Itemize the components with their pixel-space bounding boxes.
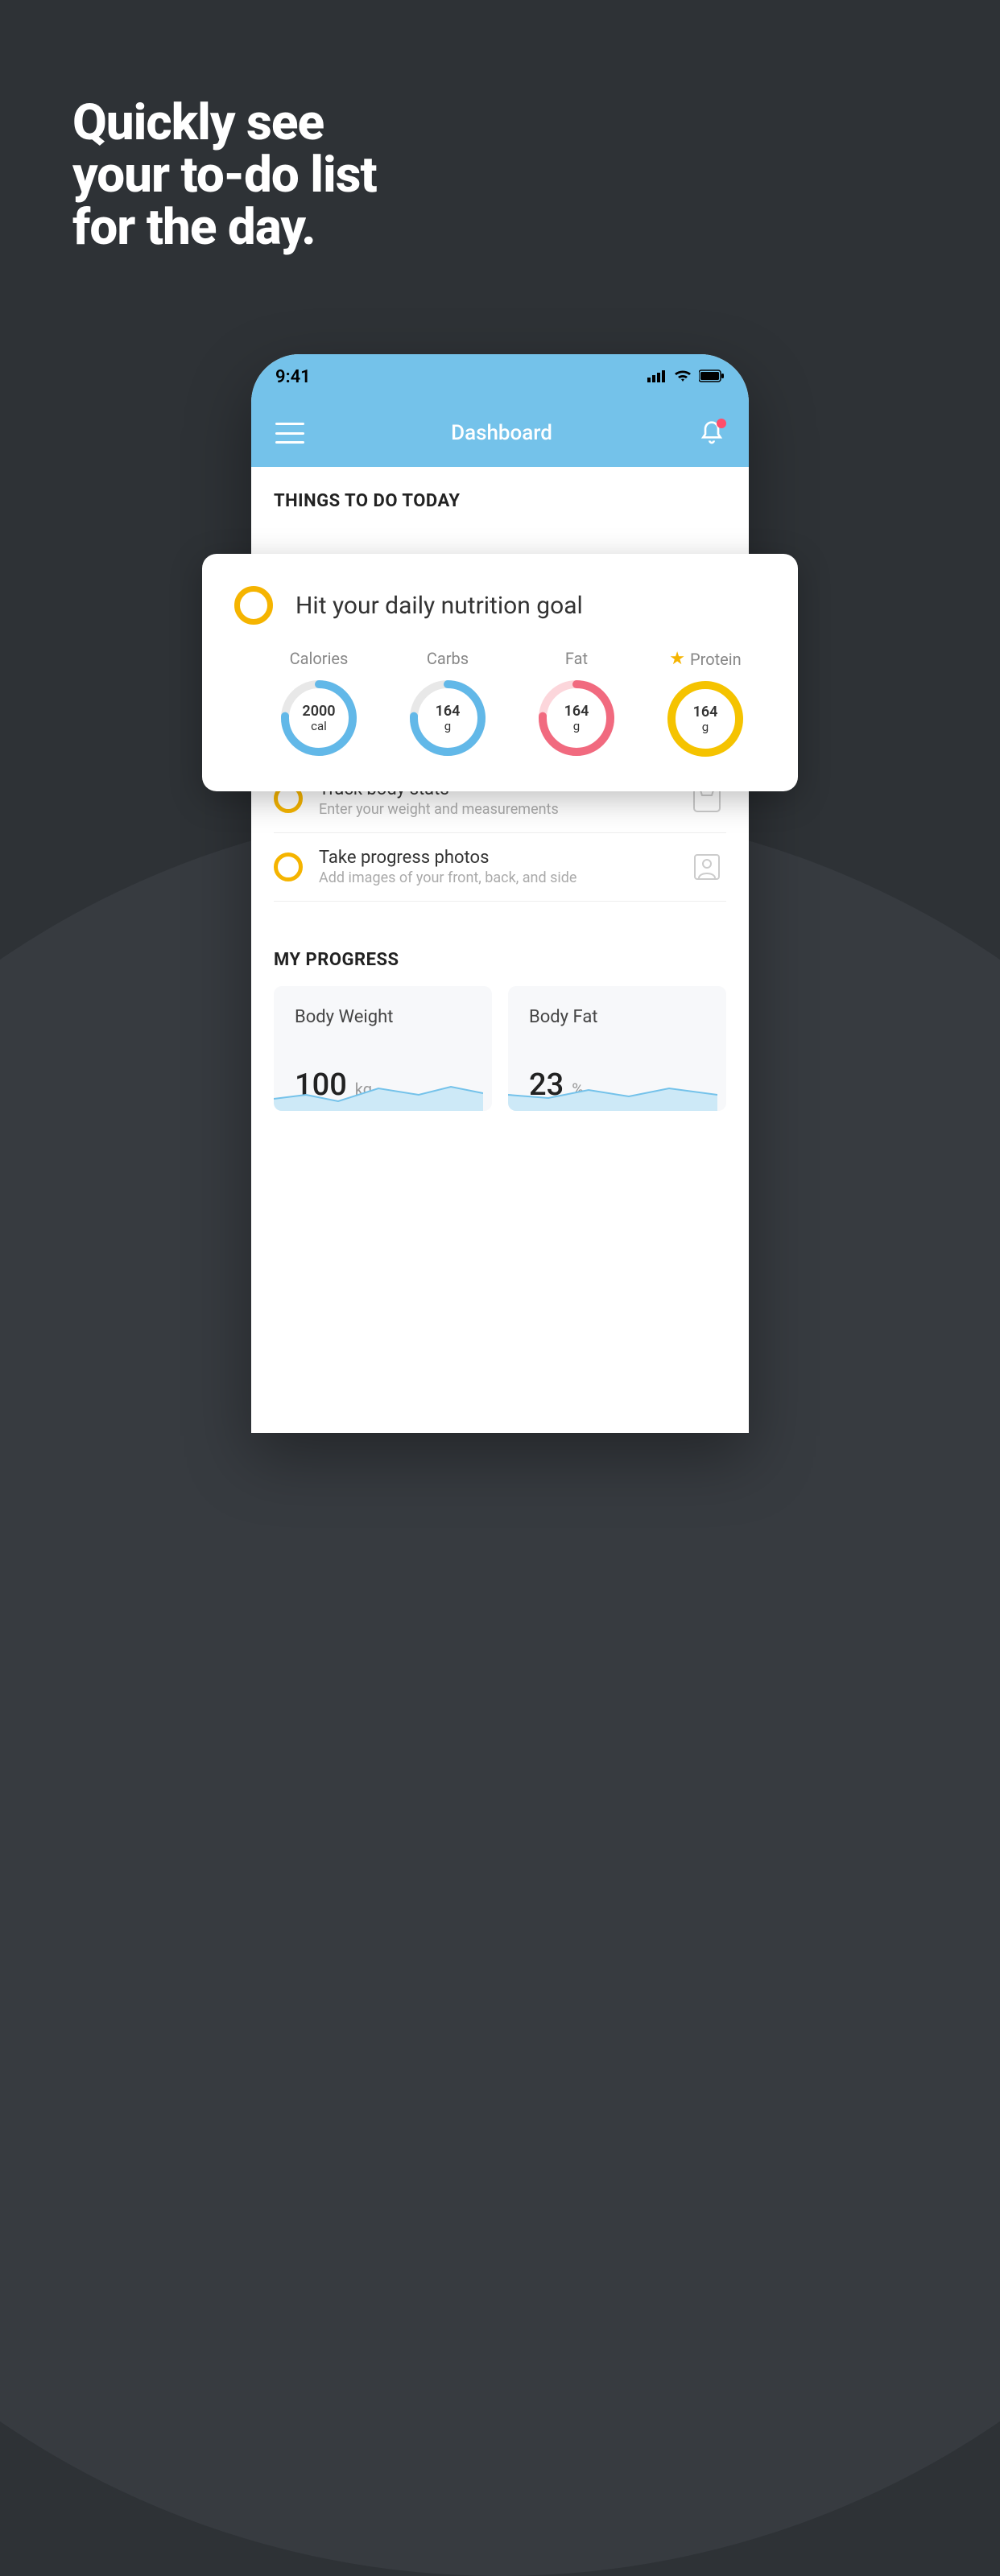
sparkline-icon — [274, 1071, 483, 1111]
todo-subtitle: Add images of your front, back, and side — [319, 869, 671, 886]
metric-value: 164 — [564, 704, 589, 720]
notification-dot-icon — [717, 419, 726, 428]
progress-label: Body Weight — [295, 1007, 471, 1027]
metric-unit: g — [573, 720, 580, 733]
notifications-button[interactable] — [699, 420, 725, 446]
metric-ring-icon: 2000cal — [279, 678, 359, 758]
metric-value: 164 — [436, 704, 461, 720]
status-bar: 9:41 — [251, 354, 749, 399]
phone-frame: 9:41 Dashboard THINGS TO DO TODAY — [251, 354, 749, 1433]
metric-ring-icon: 164g — [536, 678, 617, 758]
metric-label: Calories — [258, 649, 379, 668]
metric-label-text: Protein — [690, 650, 742, 669]
progress-label: Body Fat — [529, 1007, 705, 1027]
wifi-icon — [673, 367, 692, 387]
metric-unit: g — [702, 720, 709, 734]
metric-label: Carbs — [387, 649, 508, 668]
battery-icon — [699, 367, 725, 387]
status-icons — [647, 367, 725, 387]
promo-line: Quickly see — [72, 97, 377, 149]
nav-bar: Dashboard — [251, 399, 749, 467]
metric-label: ★ Protein — [645, 649, 766, 669]
cellular-icon — [647, 367, 667, 387]
metric-ring-icon: 164g — [407, 678, 488, 758]
progress-card-fat[interactable]: Body Fat 23 % — [508, 986, 726, 1111]
menu-button[interactable] — [275, 423, 304, 444]
nutrition-goal-card[interactable]: Hit your daily nutrition goal Calories 2… — [202, 554, 798, 791]
metric-unit: cal — [311, 720, 327, 733]
todo-status-icon — [274, 852, 303, 881]
sparkline-icon — [508, 1071, 717, 1111]
promo-line: your to-do list — [72, 149, 377, 201]
metric-calories[interactable]: Calories 2000cal — [258, 649, 379, 759]
page-title: Dashboard — [451, 421, 552, 445]
todo-title: Take progress photos — [319, 848, 671, 868]
section-title-todo: THINGS TO DO TODAY — [274, 491, 726, 511]
star-icon: ★ — [669, 649, 685, 669]
metric-value: 2000 — [302, 704, 335, 720]
metric-value: 164 — [693, 704, 718, 720]
progress-section: MY PROGRESS Body Weight 100 kg Body Fat — [274, 950, 726, 1111]
todo-item-photos[interactable]: Take progress photos Add images of your … — [274, 833, 726, 902]
todo-subtitle: Enter your weight and measurements — [319, 801, 671, 818]
metric-label: Fat — [516, 649, 637, 668]
promo-line: for the day. — [72, 201, 377, 254]
section-title-progress: MY PROGRESS — [274, 950, 726, 970]
nutrition-card-title: Hit your daily nutrition goal — [295, 592, 583, 620]
todo-status-icon — [234, 586, 273, 625]
promo-headline: Quickly see your to-do list for the day. — [72, 97, 377, 254]
metric-protein[interactable]: ★ Protein 164g — [645, 649, 766, 759]
progress-card-weight[interactable]: Body Weight 100 kg — [274, 986, 492, 1111]
metric-unit: g — [444, 720, 451, 733]
metric-ring-icon: 164g — [665, 679, 746, 759]
metric-carbs[interactable]: Carbs 164g — [387, 649, 508, 759]
person-frame-icon — [688, 848, 726, 886]
metric-fat[interactable]: Fat 164g — [516, 649, 637, 759]
status-time: 9:41 — [275, 367, 311, 387]
